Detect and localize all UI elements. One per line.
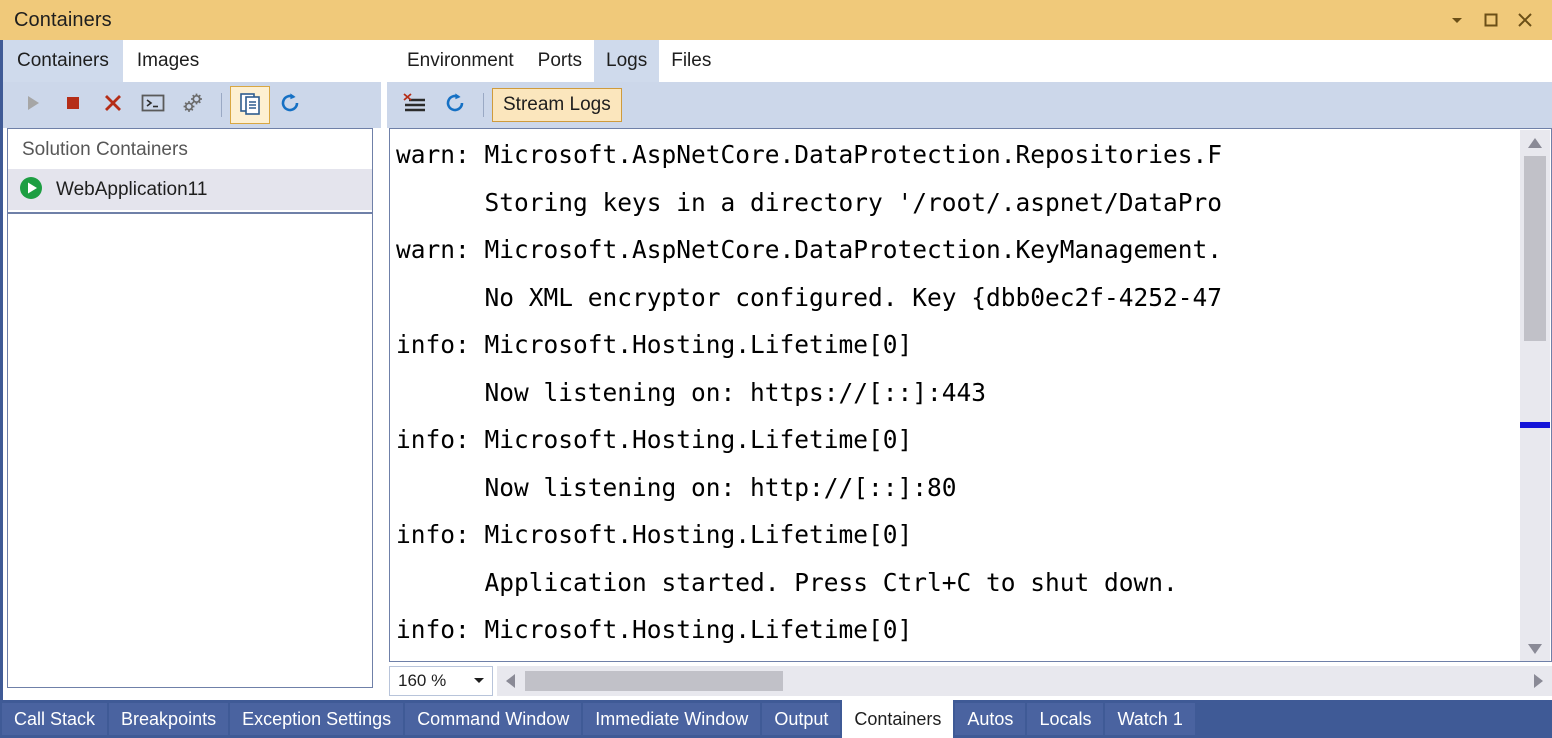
tab-images-label: Images [137, 50, 199, 72]
tab-environment[interactable]: Environment [395, 40, 526, 82]
stream-logs-label: Stream Logs [503, 94, 611, 116]
refresh-logs-button[interactable] [435, 86, 475, 124]
logs-vertical-scrollbar[interactable] [1520, 130, 1550, 662]
scroll-position-marker [1520, 422, 1550, 428]
list-group-header: Solution Containers [8, 129, 372, 169]
open-terminal-button[interactable] [133, 86, 173, 124]
gears-icon [181, 91, 205, 120]
tab-images[interactable]: Images [123, 40, 213, 82]
list-divider [8, 212, 372, 214]
toolbar-separator [221, 93, 222, 117]
play-icon [22, 92, 44, 119]
bottom-tab-watch-1[interactable]: Watch 1 [1105, 703, 1194, 735]
bottom-tab-strip: Call Stack Breakpoints Exception Setting… [0, 700, 1552, 738]
scroll-down-icon[interactable] [1520, 636, 1550, 662]
logs-horizontal-scrollbar[interactable] [497, 666, 1552, 696]
running-play-icon [18, 175, 44, 206]
refresh-icon [443, 91, 467, 120]
close-icon[interactable] [1508, 3, 1542, 37]
bottom-tab-label: Call Stack [14, 709, 95, 730]
tab-logs-label: Logs [606, 50, 647, 72]
logs-toolbar-separator [483, 93, 484, 117]
bottom-tab-locals[interactable]: Locals [1027, 703, 1103, 735]
logs-bottom-bar: 160 % [389, 664, 1552, 698]
window-controls [1440, 3, 1552, 37]
containers-tool-window: Containers Containers Images [0, 0, 1552, 738]
logs-text: warn: Microsoft.AspNetCore.DataProtectio… [396, 131, 1506, 654]
bottom-tab-label: Output [774, 709, 828, 730]
chevron-down-icon[interactable] [1440, 3, 1474, 37]
vertical-scroll-thumb[interactable] [1524, 156, 1546, 341]
containers-list-pane: Containers Images [3, 40, 381, 700]
bottom-tab-label: Containers [854, 709, 941, 730]
bottom-tab-immediate-window[interactable]: Immediate Window [583, 703, 760, 735]
vertical-scroll-track[interactable] [1520, 156, 1550, 636]
containers-toolbar [3, 82, 381, 128]
tab-files[interactable]: Files [659, 40, 723, 82]
scroll-right-icon[interactable] [1526, 666, 1552, 696]
zoom-level-value: 160 % [398, 671, 446, 691]
window-titlebar: Containers [0, 0, 1552, 40]
details-tabs: Environment Ports Logs Files [387, 40, 1552, 82]
bottom-tab-exception-settings[interactable]: Exception Settings [230, 703, 403, 735]
tab-containers-label: Containers [17, 50, 109, 72]
container-settings-button[interactable] [173, 86, 213, 124]
stop-container-button[interactable] [53, 86, 93, 124]
tab-ports[interactable]: Ports [526, 40, 594, 82]
tab-ports-label: Ports [538, 50, 582, 72]
logs-toolbar: Stream Logs [387, 82, 1552, 128]
list-item-label: WebApplication11 [56, 179, 207, 201]
clear-logs-button[interactable] [395, 86, 435, 124]
view-logs-button[interactable] [230, 86, 270, 124]
bottom-tab-label: Locals [1039, 709, 1091, 730]
refresh-containers-button[interactable] [270, 86, 310, 124]
scroll-up-icon[interactable] [1520, 130, 1550, 156]
clear-list-icon [402, 91, 428, 120]
bottom-tab-label: Immediate Window [595, 709, 748, 730]
horizontal-scroll-thumb[interactable] [525, 671, 783, 691]
window-title: Containers [14, 9, 112, 32]
close-x-icon [101, 91, 125, 120]
bottom-tab-call-stack[interactable]: Call Stack [2, 703, 107, 735]
bottom-tab-containers[interactable]: Containers [842, 700, 953, 738]
horizontal-scroll-track[interactable] [523, 666, 1526, 696]
chevron-down-icon [472, 671, 486, 691]
maximize-icon[interactable] [1474, 3, 1508, 37]
bottom-tab-label: Autos [967, 709, 1013, 730]
container-details-pane: Environment Ports Logs Files [387, 40, 1552, 700]
logs-output-area[interactable]: warn: Microsoft.AspNetCore.DataProtectio… [389, 128, 1552, 662]
stream-logs-button[interactable]: Stream Logs [492, 88, 622, 122]
documents-icon [238, 91, 262, 120]
zoom-level-select[interactable]: 160 % [389, 666, 493, 696]
bottom-tab-output[interactable]: Output [762, 703, 840, 735]
bottom-tab-autos[interactable]: Autos [955, 703, 1025, 735]
bottom-tab-breakpoints[interactable]: Breakpoints [109, 703, 228, 735]
bottom-tab-command-window[interactable]: Command Window [405, 703, 581, 735]
refresh-icon [278, 91, 302, 120]
tab-files-label: Files [671, 50, 711, 72]
start-container-button[interactable] [13, 86, 53, 124]
bottom-tab-label: Command Window [417, 709, 569, 730]
tab-containers[interactable]: Containers [3, 40, 123, 82]
left-pane-tabs: Containers Images [3, 40, 381, 82]
bottom-tab-label: Breakpoints [121, 709, 216, 730]
tab-logs[interactable]: Logs [594, 40, 659, 82]
terminal-icon [140, 92, 166, 119]
bottom-tab-label: Exception Settings [242, 709, 391, 730]
stop-icon [63, 93, 83, 118]
tab-environment-label: Environment [407, 50, 514, 72]
scroll-left-icon[interactable] [497, 666, 523, 696]
bottom-tab-label: Watch 1 [1117, 709, 1182, 730]
list-item[interactable]: WebApplication11 [8, 169, 372, 210]
window-body: Containers Images [0, 40, 1552, 700]
remove-container-button[interactable] [93, 86, 133, 124]
solution-containers-list[interactable]: Solution Containers WebApplication11 [7, 128, 373, 688]
